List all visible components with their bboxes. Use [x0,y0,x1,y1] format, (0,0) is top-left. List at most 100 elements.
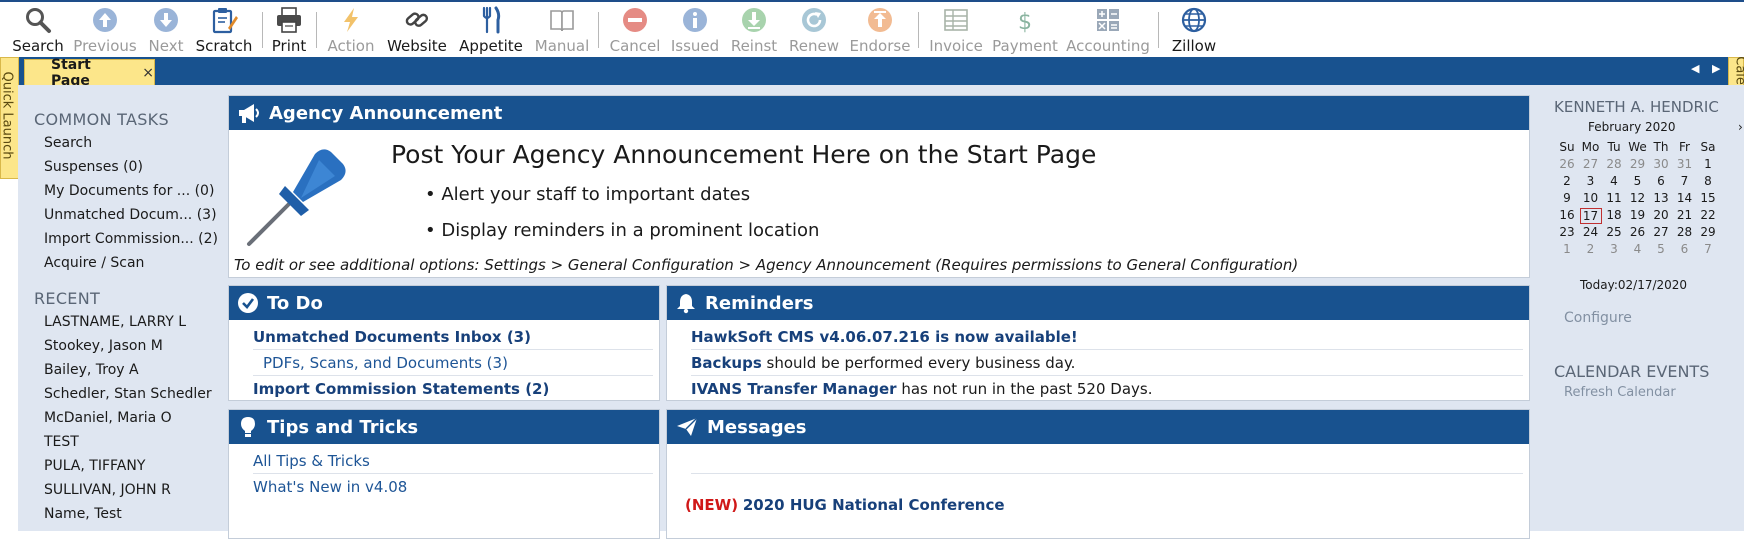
recent-client[interactable]: LASTNAME, LARRY L [44,314,186,330]
lightning-icon [344,8,358,32]
recent-client[interactable]: McDaniel, Maria O [44,410,172,426]
previous-button[interactable]: Previous [73,4,137,56]
calendar-day-cell[interactable]: 5 [1650,242,1672,256]
calendar-day-cell[interactable]: 6 [1650,174,1672,188]
appetite-label: Appetite [459,37,523,55]
announcement-edit-note: To edit or see additional options: Setti… [234,256,1299,274]
close-icon[interactable]: × [142,65,154,81]
recent-client[interactable]: Schedler, Stan Schedler [44,386,212,402]
calendar-day-cell[interactable]: 2 [1556,174,1578,188]
lightbulb-icon [241,417,255,437]
calendar-day-cell[interactable]: 4 [1603,174,1625,188]
calendar-day-cell[interactable]: 2 [1580,242,1602,256]
recent-client[interactable]: TEST [44,434,79,450]
calendar-day-cell[interactable]: 13 [1650,191,1672,205]
calendar-day-cell[interactable]: 31 [1674,157,1696,171]
calendar-day-cell[interactable]: 24 [1580,225,1602,239]
reinst-button[interactable]: Reinst [731,4,777,56]
calendar-day-cell[interactable]: 27 [1650,225,1672,239]
renew-button[interactable]: Renew [789,4,839,56]
recent-client[interactable]: Stookey, Jason M [44,338,163,354]
issued-button[interactable]: Issued [671,4,719,56]
task-import-commission[interactable]: Import Commission... (2) [44,231,218,247]
calendar-day-cell[interactable]: 25 [1603,225,1625,239]
calendar-day-cell[interactable]: 16 [1556,208,1578,222]
tab-start-page[interactable]: Start Page × [24,57,155,89]
calendar-day-cell[interactable]: 28 [1674,225,1696,239]
task-acquire-scan[interactable]: Acquire / Scan [44,255,144,271]
endorse-button[interactable]: Endorse [850,4,910,56]
recent-client[interactable]: Name, Test [44,506,122,522]
calendar-day-cell[interactable]: 30 [1650,157,1672,171]
todo-unmatched-documents-link[interactable]: Unmatched Documents Inbox (3) [253,328,531,346]
calendar-day-cell[interactable]: 14 [1674,191,1696,205]
recent-client[interactable]: Bailey, Troy A [44,362,139,378]
calendar-day-cell[interactable]: 3 [1603,242,1625,256]
scratch-button[interactable]: Scratch [196,4,252,56]
next-button[interactable]: Next [146,4,186,56]
print-button[interactable]: Print [272,4,306,56]
accounting-button[interactable]: Accounting [1066,4,1150,56]
action-button[interactable]: Action [328,4,375,56]
calendar-day-cell[interactable]: 23 [1556,225,1578,239]
appetite-button[interactable]: Appetite [459,4,523,56]
website-button[interactable]: Website [387,4,447,56]
invoice-button[interactable]: Invoice [929,4,983,56]
calendar-day-cell[interactable]: 9 [1556,191,1578,205]
calendar-day-cell[interactable]: 4 [1627,242,1649,256]
task-search[interactable]: Search [44,135,92,151]
whats-new-link[interactable]: What's New in v4.08 [253,478,407,496]
printer-icon [277,7,301,33]
calendar-day-cell[interactable]: 8 [1697,174,1719,188]
calendar-day-cell[interactable]: 29 [1697,225,1719,239]
task-unmatched-documents[interactable]: Unmatched Docum... (3) [44,207,217,223]
calendar-day-cell[interactable]: 17 [1579,208,1602,224]
calendar-next-month-icon[interactable]: › [1738,120,1743,134]
calendar-day-cell[interactable]: 28 [1603,157,1625,171]
calendar-day-cell[interactable]: 7 [1674,174,1696,188]
todo-pdfs-scans-link[interactable]: PDFs, Scans, and Documents (3) [263,354,508,372]
calendar-day-cell[interactable]: 10 [1580,191,1602,205]
calendar-day-cell[interactable]: 3 [1580,174,1602,188]
all-tips-link[interactable]: All Tips & Tricks [253,452,370,470]
calendar-day-cell[interactable]: 29 [1627,157,1649,171]
task-suspenses[interactable]: Suspenses (0) [44,159,143,175]
calendar-day-cell[interactable]: 18 [1603,208,1625,222]
calendar-day-cell[interactable]: 22 [1697,208,1719,222]
calendar-day-cell[interactable]: 5 [1627,174,1649,188]
calendar-day-cell[interactable]: 12 [1627,191,1649,205]
quick-launch-tab[interactable]: Quick Launch [0,57,19,179]
calendar-day-cell[interactable]: 1 [1697,157,1719,171]
calendar-day-cell[interactable]: 26 [1556,157,1578,171]
calendar-day-cell[interactable]: 7 [1697,242,1719,256]
calendar-day-cell[interactable]: 19 [1627,208,1649,222]
next-label: Next [148,37,184,55]
reminder-row[interactable]: Backups should be performed every busine… [691,354,1075,372]
tab-scroll-right-icon[interactable]: ▶ [1712,62,1720,75]
search-button[interactable]: Search [12,4,64,56]
refresh-calendar-link[interactable]: Refresh Calendar [1564,385,1676,400]
calendar-today-label[interactable]: Today:02/17/2020 [1580,278,1687,292]
calendar-configure-link[interactable]: Configure [1564,310,1632,326]
zillow-button[interactable]: Zillow [1172,4,1216,56]
recent-client[interactable]: SULLIVAN, JOHN R [44,482,171,498]
reminder-row[interactable]: IVANS Transfer Manager has not run in th… [691,380,1152,398]
quick-launch-label: Quick Launch [0,71,15,160]
calendar-day-cell[interactable]: 1 [1556,242,1578,256]
calendar-day-cell[interactable]: 15 [1697,191,1719,205]
payment-button[interactable]: $ Payment [992,4,1058,56]
calendar-day-cell[interactable]: 11 [1603,191,1625,205]
calendar-day-cell[interactable]: 27 [1580,157,1602,171]
calendar-day-cell[interactable]: 21 [1674,208,1696,222]
cancel-button[interactable]: Cancel [610,4,660,56]
manual-button[interactable]: Manual [535,4,589,56]
reminder-row[interactable]: HawkSoft CMS v4.06.07.216 is now availab… [691,328,1078,346]
tab-scroll-left-icon[interactable]: ◀ [1691,62,1699,75]
recent-client[interactable]: PULA, TIFFANY [44,458,145,474]
calendar-day-cell[interactable]: 6 [1674,242,1696,256]
task-my-documents[interactable]: My Documents for ... (0) [44,183,214,199]
calendar-day-cell[interactable]: 26 [1627,225,1649,239]
message-item[interactable]: (NEW) 2020 HUG National Conference [685,496,1005,514]
calendar-day-cell[interactable]: 20 [1650,208,1672,222]
todo-import-commission-link[interactable]: Import Commission Statements (2) [253,380,549,398]
